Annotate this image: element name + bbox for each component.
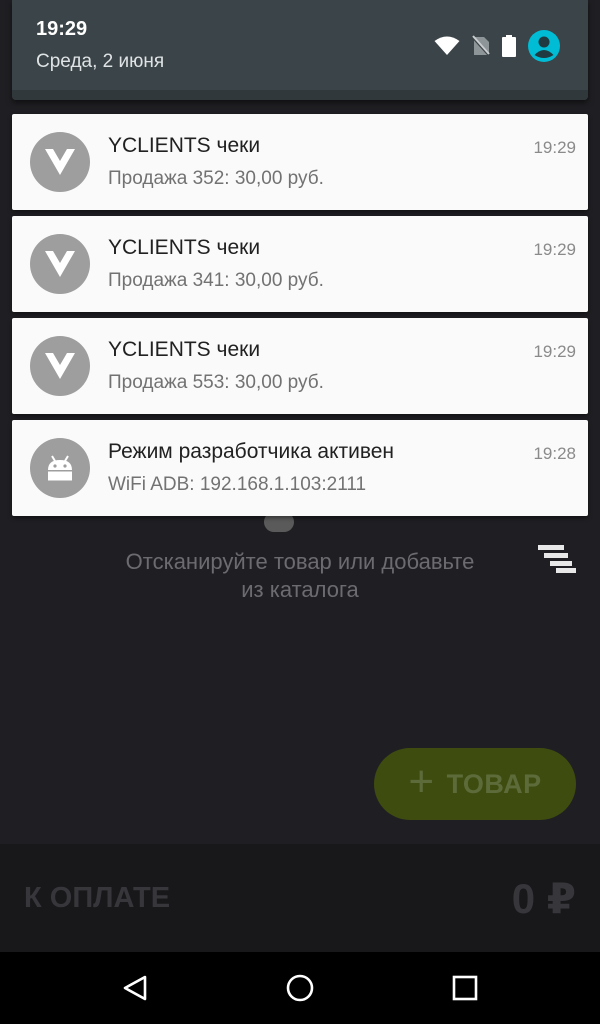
- notification-title: YCLIENTS чеки: [108, 236, 261, 259]
- plus-icon: +: [408, 757, 435, 806]
- scan-hint-line2: из каталога: [241, 577, 359, 602]
- clock: 19:29: [36, 18, 88, 40]
- android-icon: [30, 438, 90, 498]
- catalog-list-icon[interactable]: [538, 545, 576, 573]
- notification-text: Продажа 341: 30,00 руб.: [108, 270, 324, 291]
- navigation-bar: [0, 952, 600, 1024]
- notification-text: Продажа 352: 30,00 руб.: [108, 168, 324, 189]
- no-sim-icon: [472, 35, 490, 57]
- pay-amount: 0 ₽: [511, 875, 576, 922]
- payment-bar[interactable]: К ОПЛАТЕ 0 ₽: [0, 844, 600, 952]
- notification-time: 19:28: [533, 444, 576, 463]
- account-icon[interactable]: [528, 30, 560, 62]
- date[interactable]: Среда, 2 июня: [36, 51, 164, 73]
- yclients-icon: [30, 336, 90, 396]
- pay-label: К ОПЛАТЕ: [24, 882, 171, 914]
- notification-card[interactable]: YCLIENTS чеки Продажа 553: 30,00 руб. 19…: [12, 318, 588, 414]
- scan-hint-line1: Отсканируйте товар или добавьте: [125, 549, 475, 574]
- notification-title: Режим разработчика активен: [108, 440, 395, 463]
- yclients-icon: [30, 234, 90, 294]
- notification-card[interactable]: Режим разработчика активен WiFi ADB: 192…: [12, 420, 588, 516]
- yclients-icon: [30, 132, 90, 192]
- notification-text: WiFi ADB: 192.168.1.103:2111: [108, 474, 367, 495]
- recents-icon[interactable]: [451, 974, 479, 1002]
- back-icon[interactable]: [121, 974, 149, 1002]
- notification-time: 19:29: [533, 138, 576, 157]
- notification-card[interactable]: YCLIENTS чеки Продажа 352: 30,00 руб. 19…: [12, 114, 588, 210]
- add-item-label: ТОВАР: [446, 768, 542, 799]
- battery-icon: [502, 35, 516, 57]
- home-icon[interactable]: [286, 974, 314, 1002]
- add-item-button[interactable]: + ТОВАР: [374, 748, 576, 820]
- notification-card[interactable]: YCLIENTS чеки Продажа 341: 30,00 руб. 19…: [12, 216, 588, 312]
- notification-text: Продажа 553: 30,00 руб.: [108, 372, 324, 393]
- wifi-icon: [434, 36, 460, 55]
- notification-time: 19:29: [533, 240, 576, 259]
- notification-title: YCLIENTS чеки: [108, 338, 261, 361]
- scan-hint: Отсканируйте товар или добавьте из катал…: [60, 548, 540, 604]
- notification-time: 19:29: [533, 342, 576, 361]
- status-icons: [434, 30, 560, 62]
- notification-title: YCLIENTS чеки: [108, 134, 261, 157]
- notification-shade-header[interactable]: 19:29 Среда, 2 июня: [12, 0, 588, 100]
